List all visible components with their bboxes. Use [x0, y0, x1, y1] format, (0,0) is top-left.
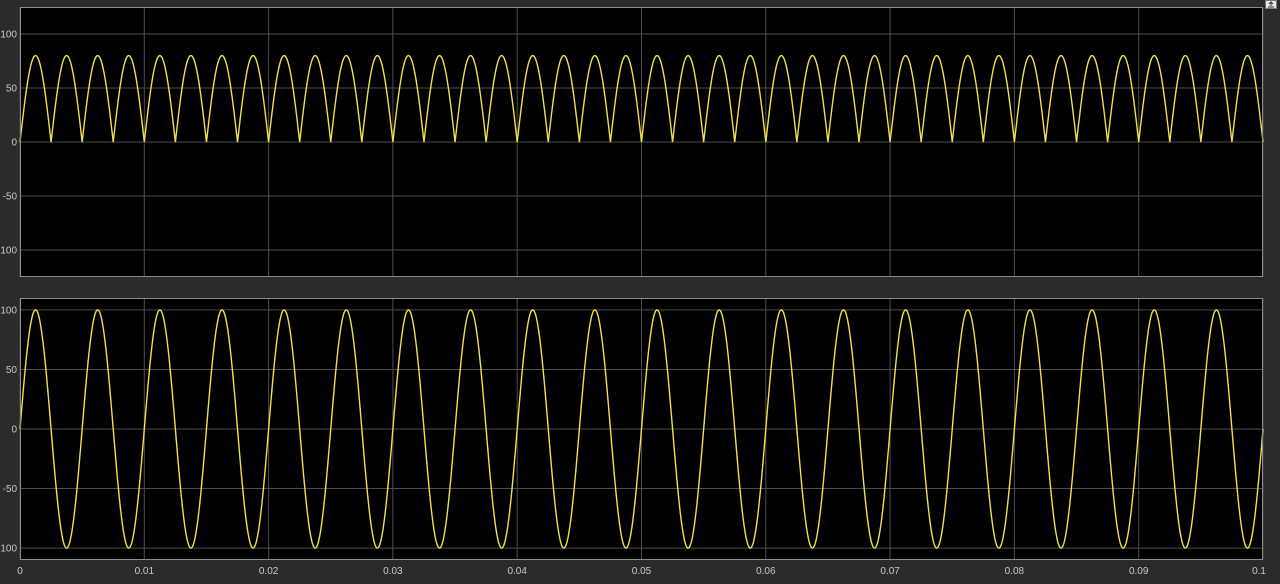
- y-tick-label: -50: [3, 484, 18, 495]
- x-tick-label: 0.01: [135, 566, 155, 577]
- x-tick-label: 0.07: [880, 566, 900, 577]
- y-tick-label: 100: [0, 30, 17, 41]
- y-tick-label: 0: [11, 138, 17, 149]
- x-tick-label: 0: [17, 566, 23, 577]
- x-tick-label: 0.02: [259, 566, 279, 577]
- y-tick-label: 100: [0, 305, 17, 316]
- x-tick-label: 0.04: [507, 566, 527, 577]
- x-tick-label: 0.08: [1005, 566, 1025, 577]
- x-tick-label: 0.1: [1252, 566, 1266, 577]
- y-tick-label: 0: [11, 425, 17, 436]
- y-tick-label: -50: [3, 192, 18, 203]
- x-tick-label: 0.06: [756, 566, 776, 577]
- scope-figure: 100500-50-100100500-50-10000.010.020.030…: [0, 7, 1266, 577]
- undock-button[interactable]: [1265, 0, 1277, 9]
- undock-arrow-icon: [1268, 1, 1274, 8]
- x-tick-label: 0.09: [1129, 566, 1149, 577]
- x-tick-label: 0.03: [383, 566, 403, 577]
- axes-panel-1: 100 50 0 -50 -100: [0, 7, 1264, 277]
- x-tick-label: 0.05: [632, 566, 652, 577]
- y-tick-label: 50: [6, 365, 18, 376]
- y-tick-label: 50: [6, 84, 18, 95]
- y-tick-label: -100: [0, 544, 17, 555]
- y-tick-label: -100: [0, 246, 17, 257]
- axes-panel-2: 100500-50-10000.010.020.030.040.050.060.…: [0, 298, 1266, 577]
